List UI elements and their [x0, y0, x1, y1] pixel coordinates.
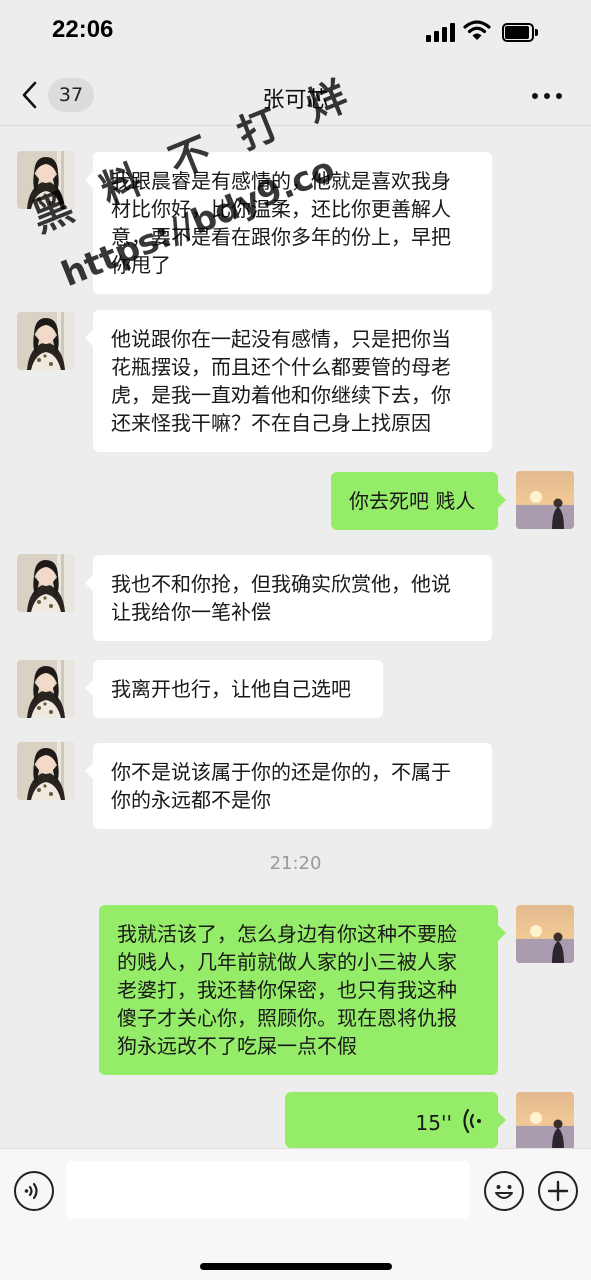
- incoming-message-bubble[interactable]: 我离开也行，让他自己选吧: [85, 660, 383, 718]
- message-input[interactable]: [66, 1161, 470, 1219]
- contact-avatar[interactable]: [17, 742, 75, 800]
- message-text-line: 意，要不是看在跟你多年的份上，早把: [111, 225, 451, 249]
- message-text-line: 傻子才关心你，照顾你。现在恩将仇报: [117, 1006, 457, 1030]
- message-text-line: 狗永远改不了吃屎一点不假: [117, 1034, 357, 1058]
- message-text-line: 你不是说该属于你的还是你的，不属于: [111, 760, 451, 784]
- voice-message-bubble[interactable]: 15'': [285, 1092, 506, 1148]
- message-text-line: 我离开也行，让他自己选吧: [111, 677, 351, 701]
- contact-avatar[interactable]: [17, 554, 75, 612]
- outgoing-message-bubble[interactable]: 我就活该了，怎么身边有你这种不要脸 的贱人，几年前就做人家的小三被人家 老婆打，我还…: [99, 905, 506, 1075]
- message-timestamp: 21:20: [269, 853, 322, 874]
- message-text-line: 我跟晨睿是有感情的，他就是喜欢我身: [111, 169, 451, 193]
- chat-header: 37 张可芯: [0, 64, 591, 126]
- message-text-line: 我就活该了，怎么身边有你这种不要脸: [117, 922, 457, 946]
- my-avatar[interactable]: [516, 1092, 574, 1150]
- status-bar: 22:06: [0, 0, 591, 64]
- message-text-line: 花瓶摆设，而且还个什么都要管的母老: [111, 355, 451, 379]
- unread-count-badge[interactable]: 37: [48, 78, 94, 112]
- chevron-left-icon[interactable]: [18, 80, 42, 110]
- outgoing-message-bubble[interactable]: 你去死吧 贱人: [331, 472, 506, 530]
- cellular-signal-icon: [426, 22, 456, 42]
- emoji-icon[interactable]: [484, 1171, 524, 1211]
- incoming-message-bubble[interactable]: 我也不和你抢，但我确实欣赏他，他说 让我给你一笔补偿: [85, 555, 492, 641]
- my-avatar[interactable]: [516, 471, 574, 529]
- message-text-line: 他说跟你在一起没有感情，只是把你当: [111, 327, 451, 351]
- voice-wave-icon: [463, 1108, 481, 1134]
- plus-icon[interactable]: [538, 1171, 578, 1211]
- my-avatar[interactable]: [516, 905, 574, 963]
- message-text-line: 的贱人，几年前就做人家的小三被人家: [117, 950, 457, 974]
- message-text-line: 你去死吧 贱人: [349, 489, 476, 513]
- message-text-line: 让我给你一笔补偿: [111, 600, 271, 624]
- incoming-message-bubble[interactable]: 他说跟你在一起没有感情，只是把你当 花瓶摆设，而且还个什么都要管的母老 虎，是我一直…: [85, 310, 492, 452]
- input-bar: [0, 1148, 591, 1280]
- status-time: 22:06: [52, 16, 114, 43]
- message-text-line: 材比你好，比你温柔，还比你更善解人: [111, 197, 451, 221]
- message-text-line: 我也不和你抢，但我确实欣赏他，他说: [111, 572, 451, 596]
- home-indicator: [200, 1263, 392, 1270]
- battery-icon: [502, 23, 538, 42]
- message-text-line: 还来怪我干嘛？不在自己身上找原因: [111, 411, 431, 435]
- message-text-line: 老婆打，我还替你保密，也只有我这种: [117, 978, 457, 1002]
- more-horizontal-icon[interactable]: [530, 84, 564, 108]
- message-text-line: 你甩了: [111, 253, 171, 277]
- contact-avatar[interactable]: [17, 151, 75, 209]
- incoming-message-bubble[interactable]: 我跟晨睿是有感情的，他就是喜欢我身 材比你好，比你温柔，还比你更善解人 意，要不是看…: [85, 152, 492, 294]
- voice-duration: 15'': [415, 1111, 452, 1135]
- contact-avatar[interactable]: [17, 312, 75, 370]
- message-text-line: 虎，是我一直劝着他和你继续下去，你: [111, 383, 451, 407]
- incoming-message-bubble[interactable]: 你不是说该属于你的还是你的，不属于 你的永远都不是你: [85, 743, 492, 829]
- contact-avatar[interactable]: [17, 660, 75, 718]
- message-text-line: 你的永远都不是你: [111, 788, 271, 812]
- voice-icon[interactable]: [14, 1171, 54, 1211]
- chat-title: 张可芯: [262, 88, 329, 113]
- wifi-icon: [463, 20, 491, 40]
